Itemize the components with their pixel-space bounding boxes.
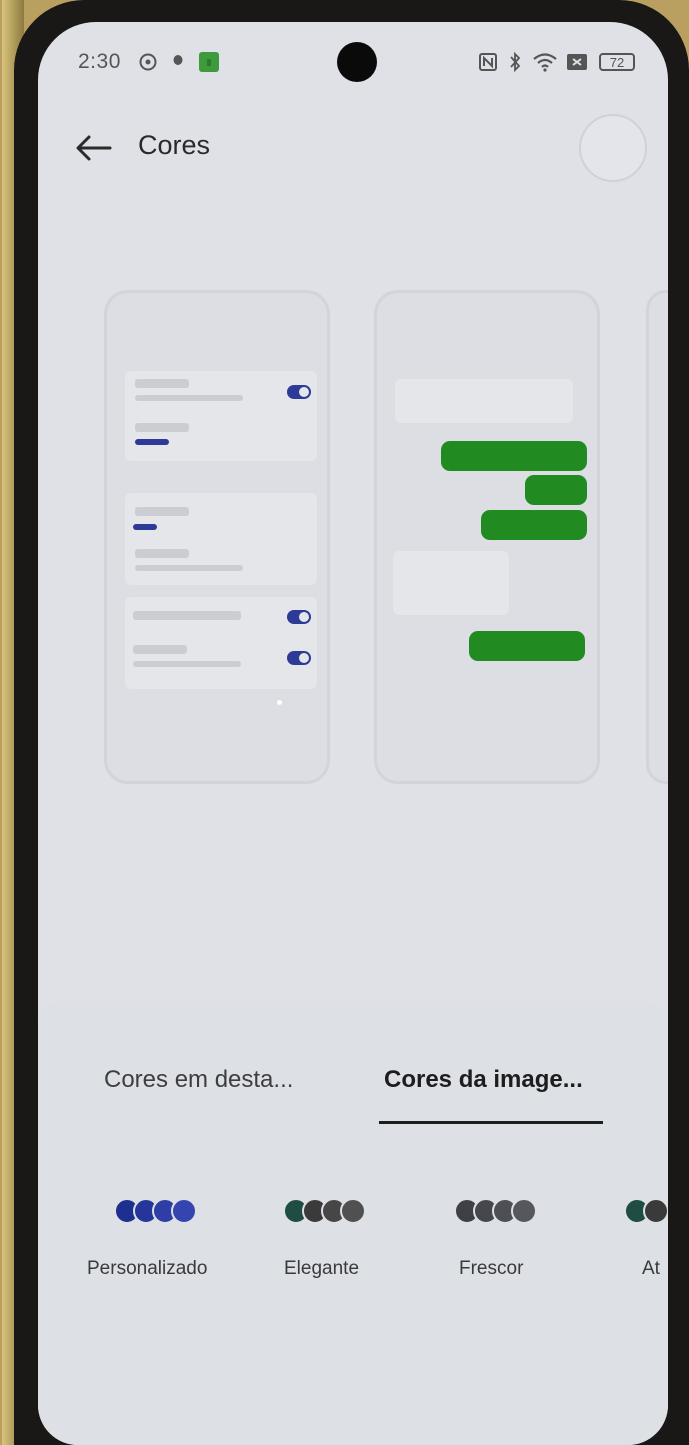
status-time: 2:30: [78, 50, 121, 73]
battery-indicator: 72: [599, 53, 635, 71]
preview-toggle: [287, 610, 311, 624]
bug-icon: [172, 52, 184, 66]
screen: 2:30 72 Cores Cores em desta... Cores da…: [38, 22, 668, 1445]
preview-text-line: [135, 565, 243, 571]
preview-text-line: [133, 661, 241, 667]
palette-elegante[interactable]: [283, 1198, 366, 1224]
outgoing-message-bubble: [525, 475, 587, 505]
preview-text-line: [133, 645, 187, 654]
preview-text-line: [135, 423, 189, 432]
avatar[interactable]: [579, 114, 647, 182]
page-title: Cores: [138, 130, 211, 160]
settings-preview-card[interactable]: [104, 290, 330, 784]
preview-text-line: [135, 549, 189, 558]
preview-accent-line: [133, 524, 157, 530]
app-notification-icon: [198, 51, 220, 73]
preview-toggle: [287, 385, 311, 399]
arrow-left-icon: [76, 135, 112, 161]
outgoing-message-bubble: [469, 631, 585, 661]
tab-highlight-colors[interactable]: Cores em desta...: [104, 1066, 293, 1094]
preview-accent-line: [135, 439, 169, 445]
palette-label: Elegante: [284, 1258, 360, 1279]
active-tab-indicator: [379, 1121, 603, 1124]
preview-dot: [277, 700, 282, 705]
preview-text-line: [135, 395, 243, 401]
preview-toggle: [287, 651, 311, 665]
palette-frescor[interactable]: [454, 1198, 537, 1224]
palette-color: [511, 1198, 537, 1224]
palette-personalizado[interactable]: [114, 1198, 197, 1224]
vpn-icon: [138, 52, 158, 72]
preview-text-line: [133, 611, 241, 620]
wifi-icon: [532, 52, 558, 72]
palette-color: [643, 1198, 668, 1224]
messages-preview-card[interactable]: [374, 290, 600, 784]
palette-label: At: [642, 1258, 660, 1279]
front-camera: [337, 42, 377, 82]
outgoing-message-bubble: [481, 510, 587, 540]
preview-text-line: [135, 379, 189, 388]
palette-color: [340, 1198, 366, 1224]
next-preview-card[interactable]: [646, 290, 668, 784]
status-bar: 2:30 72: [38, 22, 668, 102]
palette-label: Personalizado: [87, 1258, 208, 1279]
nfc-icon: [478, 52, 498, 72]
preview-text-line: [135, 507, 189, 516]
tab-image-colors[interactable]: Cores da image...: [384, 1066, 583, 1094]
incoming-message-bubble: [393, 551, 509, 615]
back-button[interactable]: [74, 130, 114, 166]
palette-color: [171, 1198, 197, 1224]
outgoing-message-bubble: [441, 441, 587, 471]
bluetooth-icon: [508, 52, 522, 72]
palette-partial[interactable]: [624, 1198, 668, 1224]
incoming-message-bubble: [395, 379, 573, 423]
palette-label: Frescor: [459, 1258, 524, 1279]
sim-icon: [566, 52, 588, 72]
